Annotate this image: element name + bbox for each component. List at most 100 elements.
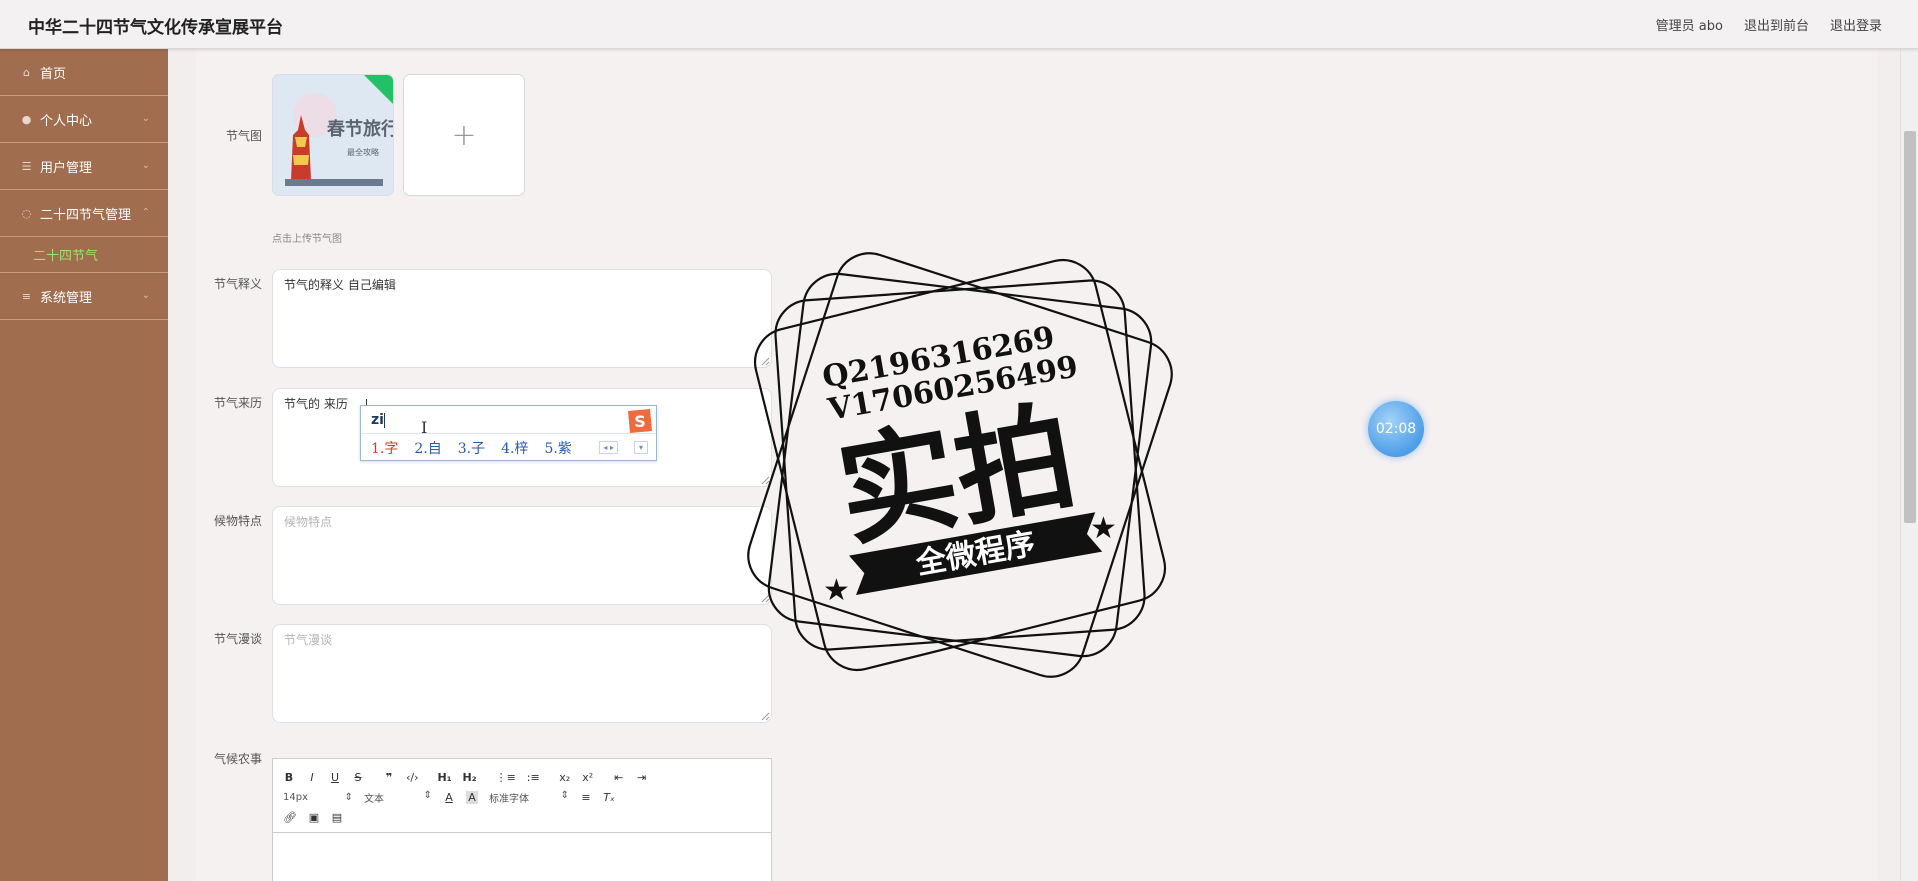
chevron-down-icon: ⌄ — [141, 160, 150, 171]
sidebar-item-home[interactable]: ⌂ 首页 — [0, 49, 168, 96]
font-size-value: 14px — [283, 791, 308, 803]
ime-candidate[interactable]: 5.紫 — [544, 438, 571, 458]
sidebar: ⌂ 首页 ● 个人中心 ⌄ ☰ 用户管理 ⌄ ◌ 二十四节气管理 ⌃ 二十四节气… — [0, 49, 168, 881]
background-color-icon[interactable]: A — [466, 790, 478, 804]
strikethrough-icon[interactable]: S — [352, 771, 364, 784]
thumbnail-subtext: 最全攻略 — [347, 147, 379, 157]
resize-handle-icon[interactable] — [760, 356, 770, 366]
blockquote-icon[interactable]: ❞ — [383, 771, 395, 784]
select-arrows-icon: ⇕ — [560, 789, 569, 801]
svg-text:S: S — [634, 412, 646, 431]
sidebar-item-solar-terms-management[interactable]: ◌ 二十四节气管理 ⌃ — [0, 190, 168, 237]
align-icon[interactable]: ≡ — [580, 791, 592, 804]
ime-expand-icon[interactable]: ▾ — [634, 441, 648, 454]
sidebar-item-users[interactable]: ☰ 用户管理 ⌄ — [0, 143, 168, 190]
bullet-list-icon[interactable]: :≡ — [527, 771, 540, 784]
link-icon[interactable]: 🔗︎ — [283, 811, 297, 824]
outdent-icon[interactable]: ⇤ — [613, 771, 625, 784]
font-color-icon[interactable]: A — [443, 791, 455, 804]
sliders-icon: ☰ — [21, 159, 32, 173]
clear-format-icon[interactable]: Tₓ — [603, 791, 615, 804]
ime-composition: zi — [371, 412, 384, 428]
upload-hint: 点击上传节气图 — [272, 234, 342, 245]
site-title: 中华二十四节气文化传承宣展平台 — [28, 18, 283, 38]
phenology-label: 候物特点 — [213, 514, 262, 528]
origin-value: 节气的 来历 — [284, 397, 348, 411]
timer-bubble[interactable]: 02:08 — [1368, 401, 1424, 457]
code-block-icon[interactable]: ‹/› — [406, 771, 419, 784]
select-arrows-icon: ⇕ — [423, 789, 432, 801]
user-icon: ● — [21, 112, 32, 126]
resize-handle-icon[interactable] — [760, 475, 770, 485]
ime-page-arrows-icon[interactable]: ◂ ▸ — [599, 441, 618, 454]
page-scrollbar[interactable] — [1900, 49, 1918, 881]
indent-icon[interactable]: ⇥ — [636, 771, 648, 784]
palette-icon: ◌ — [21, 206, 32, 220]
text-cursor — [384, 413, 385, 428]
ime-candidates: 1.字 2.自 3.子 4.梓 5.紫 — [371, 438, 572, 458]
sidebar-item-label: 用户管理 — [40, 160, 93, 176]
farming-label: 气候农事 — [213, 752, 262, 766]
paragraph-value: 文本 — [364, 793, 384, 805]
heading2-icon[interactable]: H₂ — [463, 771, 477, 784]
ime-candidate[interactable]: 4.梓 — [501, 438, 528, 458]
list-icon: ≡ — [21, 289, 32, 303]
video-icon[interactable]: ▤ — [331, 811, 343, 824]
resize-handle-icon[interactable] — [760, 711, 770, 721]
sidebar-item-label: 系统管理 — [40, 290, 93, 306]
ime-candidate-popup: zi S 1.字 2.自 3.子 4.梓 5.紫 ◂ ▸ ▾ — [360, 405, 657, 461]
meaning-label: 节气释义 — [213, 277, 262, 291]
meaning-textarea[interactable]: 节气的释义 自己编辑 — [272, 269, 772, 368]
chevron-down-icon: ⌄ — [141, 113, 150, 124]
ime-candidate[interactable]: 2.自 — [414, 438, 441, 458]
top-header: 中华二十四节气文化传承宣展平台 管理员 abo 退出到前台 退出登录 — [0, 0, 1918, 49]
uploaded-image-thumbnail[interactable]: 春节旅行 最全攻略 ✓ — [272, 74, 394, 196]
subscript-icon[interactable]: x₂ — [559, 771, 571, 784]
chevron-down-icon: ⌄ — [141, 290, 150, 301]
plus-icon: + — [451, 117, 477, 153]
exit-to-front-link[interactable]: 退出到前台 — [1744, 15, 1809, 34]
ordered-list-icon[interactable]: ⋮≡ — [496, 771, 516, 784]
home-icon: ⌂ — [23, 65, 30, 79]
sidebar-item-system[interactable]: ≡ 系统管理 ⌄ — [0, 273, 168, 320]
add-image-button[interactable]: + — [403, 74, 525, 196]
rich-text-editor[interactable]: B I U S ❞ ‹/› H₁ H₂ ⋮≡ :≡ x₂ x² ⇤ ⇥ 14px… — [272, 758, 772, 881]
select-arrows-icon: ⇕ — [344, 791, 353, 803]
sidebar-item-label: 二十四节气管理 — [40, 207, 132, 223]
talk-textarea[interactable]: 节气漫谈 — [272, 624, 772, 723]
heading1-icon[interactable]: H₁ — [438, 771, 452, 784]
talk-label: 节气漫谈 — [213, 632, 262, 646]
talk-placeholder: 节气漫谈 — [284, 633, 333, 647]
timer-value: 02:08 — [1375, 421, 1417, 437]
sogou-logo-icon: S — [628, 409, 652, 433]
superscript-icon[interactable]: x² — [582, 771, 594, 784]
origin-label: 节气来历 — [213, 396, 262, 410]
ime-candidate[interactable]: 3.子 — [458, 438, 485, 458]
admin-user-label[interactable]: 管理员 abo — [1656, 15, 1723, 34]
image-icon[interactable]: ▣ — [308, 811, 320, 824]
italic-icon[interactable]: I — [306, 771, 318, 784]
phenology-placeholder: 候物特点 — [284, 515, 333, 529]
sidebar-item-label: 首页 — [40, 66, 67, 82]
paragraph-select[interactable]: 文本 ⇕ — [364, 790, 432, 805]
scrollbar-thumb[interactable] — [1904, 131, 1916, 523]
image-label: 节气图 — [225, 129, 262, 143]
header-actions: 管理员 abo 退出到前台 退出登录 — [1656, 15, 1882, 34]
font-family-value: 标准字体 — [489, 793, 529, 805]
resize-handle-icon[interactable] — [760, 593, 770, 603]
bold-icon[interactable]: B — [283, 771, 295, 784]
font-size-select[interactable]: 14px ⇕ — [283, 792, 353, 803]
logout-link[interactable]: 退出登录 — [1830, 15, 1882, 34]
underline-icon[interactable]: U — [329, 771, 341, 784]
editor-toolbar: B I U S ❞ ‹/› H₁ H₂ ⋮≡ :≡ x₂ x² ⇤ ⇥ 14px… — [273, 759, 771, 833]
chevron-up-icon: ⌃ — [141, 207, 150, 218]
sidebar-item-profile[interactable]: ● 个人中心 ⌄ — [0, 96, 168, 143]
meaning-value: 节气的释义 自己编辑 — [284, 278, 396, 292]
phenology-textarea[interactable]: 候物特点 — [272, 506, 772, 605]
thumbnail-image: 春节旅行 最全攻略 — [273, 75, 394, 195]
ime-candidate[interactable]: 1.字 — [371, 438, 398, 458]
thumbnail-text: 春节旅行 — [327, 118, 394, 140]
font-family-select[interactable]: 标准字体 ⇕ — [489, 790, 569, 805]
sidebar-subitem-solar-terms[interactable]: 二十四节气 — [0, 237, 168, 273]
i-beam-cursor-icon: I — [421, 418, 428, 437]
